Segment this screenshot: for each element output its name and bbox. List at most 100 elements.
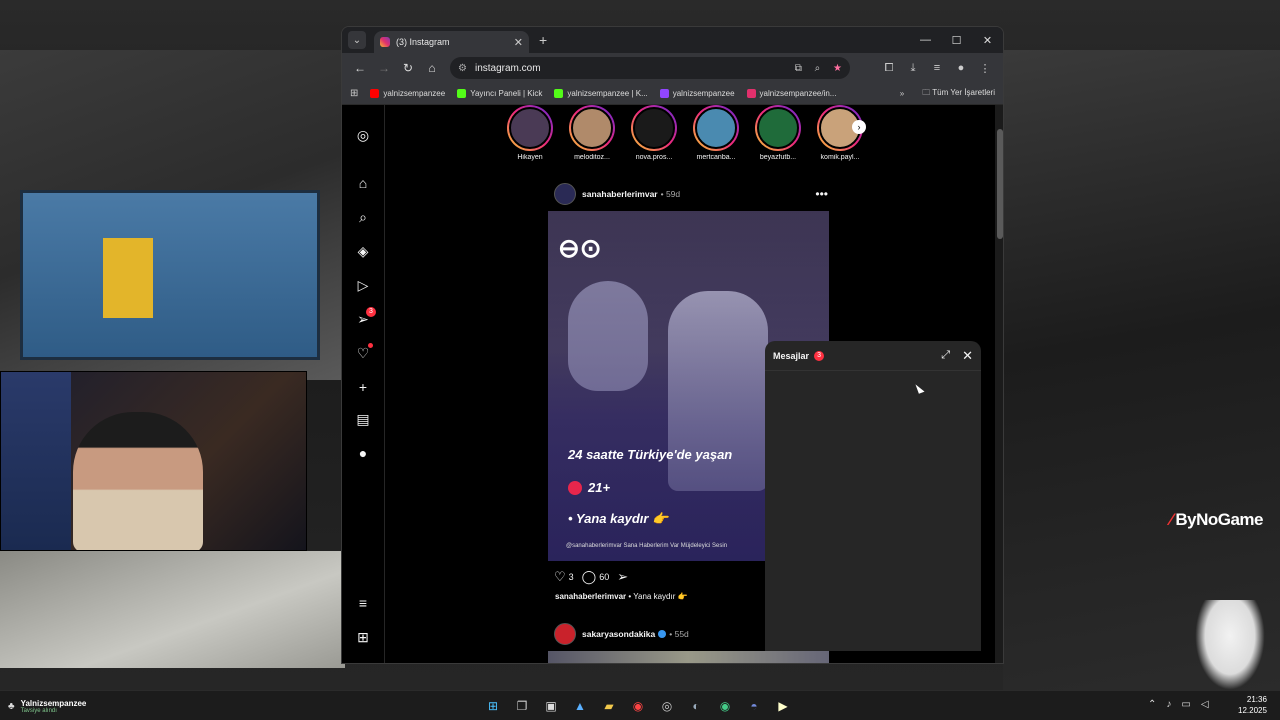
story-item[interactable]: mertcanba... (690, 105, 742, 161)
dashboard-icon[interactable]: ▤ (355, 411, 371, 427)
post-line-21: 21+ (568, 480, 610, 495)
story-item[interactable]: Hikayen (504, 105, 556, 161)
toolbar-icons: ⧠ ⤓ ≡ ● ⋮ (877, 62, 997, 75)
threads-icon[interactable]: ⊞ (355, 629, 371, 645)
more-bookmarks-icon[interactable]: » (900, 89, 904, 98)
scrollbar-thumb[interactable] (997, 129, 1003, 239)
notifications-dot (368, 343, 373, 348)
browser-window: ⌄ (3) Instagram ✕ + — ☐ ✕ ← → ↻ ⌂ ⚙ inst… (341, 26, 1004, 664)
chrome-active-icon[interactable]: ◉ (714, 695, 736, 717)
microphone-icon[interactable]: ♪ (1166, 699, 1171, 710)
reload-button[interactable]: ↻ (396, 61, 420, 75)
tab-close-icon[interactable]: ✕ (514, 36, 523, 49)
story-name: beyazfutb... (759, 154, 797, 161)
page-scrollbar[interactable] (995, 105, 1003, 663)
start-icon[interactable]: ⊞ (482, 695, 504, 717)
like-count: 3 (568, 572, 574, 582)
bookmark-star-icon[interactable]: ★ (833, 63, 842, 74)
site-info-icon[interactable]: ⚙ (458, 63, 467, 74)
zoom-icon[interactable]: ⌕ (815, 63, 821, 74)
post-username[interactable]: sanahaberlerimvar (582, 189, 658, 199)
comment-count: 60 (599, 572, 610, 582)
bookmark-item[interactable]: yalnizsempanzee (659, 89, 735, 98)
downloads-icon[interactable]: ⤓ (901, 62, 925, 75)
verified-badge-icon (658, 630, 667, 638)
expand-icon[interactable]: ⤢ (941, 349, 950, 362)
app-icon-2[interactable]: ▶ (772, 695, 794, 717)
display-icon[interactable]: ▭ (1181, 699, 1190, 710)
story-item[interactable]: nova.pros... (628, 105, 680, 161)
menu-icon[interactable]: ⋮ (973, 62, 997, 75)
tab-strip: ⌄ (3) Instagram ✕ + — ☐ ✕ (342, 27, 1003, 53)
more-menu-icon[interactable]: ≡ (355, 595, 371, 611)
caption-text: • Yana kaydır 👉 (628, 592, 688, 601)
all-bookmarks-folder[interactable]: 🗀 Tüm Yer İşaretleri (922, 87, 995, 101)
volume-icon[interactable]: ◁ (1201, 699, 1209, 710)
youtube-icon (370, 89, 380, 98)
post2-image[interactable] (548, 651, 829, 663)
steam-icon[interactable]: ◐ (685, 695, 707, 717)
tray-chevron-icon[interactable]: ⌃ (1148, 699, 1156, 710)
story-item[interactable]: beyazfutb... (752, 105, 804, 161)
messages-badge: 3 (366, 307, 376, 317)
bookmarks-bar: ⊞ yalnizsempanzee Yayıncı Paneli | Kick … (342, 83, 1003, 105)
bookmark-item[interactable]: yalnizsempanzee (370, 89, 445, 98)
close-icon[interactable]: ✕ (962, 348, 973, 364)
extensions-icon[interactable]: ⧠ (877, 62, 901, 75)
profile-icon[interactable]: ● (949, 62, 973, 75)
task-view-icon[interactable]: ❐ (511, 695, 533, 717)
reels-icon[interactable]: ▷ (355, 277, 371, 293)
post2-time: • 55d (669, 629, 689, 639)
tab-title: (3) Instagram (396, 37, 450, 47)
home-button[interactable]: ⌂ (420, 61, 444, 75)
close-window-button[interactable]: ✕ (972, 34, 1003, 47)
twitch-icon (659, 89, 669, 98)
post-avatar[interactable] (554, 183, 576, 205)
taskbar: ♣ Yalnizsempanzee Tavsiye alındı ⊞ ❐ ▣ ▲… (0, 690, 1280, 720)
bookmark-item[interactable]: yalnizsempanzee/in... (746, 89, 836, 98)
back-button[interactable]: ← (348, 61, 372, 75)
file-explorer-icon[interactable]: ▰ (598, 695, 620, 717)
messages-count-badge: 3 (814, 350, 825, 361)
post-more-icon[interactable]: ••• (815, 187, 828, 201)
app-icon[interactable]: ▣ (540, 695, 562, 717)
create-icon[interactable]: + (355, 379, 371, 395)
bookmark-item[interactable]: Yayıncı Paneli | Kick (457, 89, 542, 98)
stories-next-button[interactable]: › (852, 120, 866, 134)
post2-avatar[interactable] (554, 623, 576, 645)
bookmark-item[interactable]: yalnizsempanzee | K... (554, 89, 648, 98)
forward-button[interactable]: → (372, 61, 396, 75)
story-avatar (571, 107, 613, 149)
background-machine (20, 190, 320, 360)
instagram-logo-icon[interactable]: ◎ (355, 127, 371, 143)
minimize-button[interactable]: — (910, 34, 941, 47)
tab-instagram[interactable]: (3) Instagram ✕ (374, 31, 529, 53)
caption-username[interactable]: sanahaberlerimvar (555, 592, 626, 601)
stories-tray: Hikayen melodi̇toz... nova.pros... mertc… (504, 105, 884, 165)
discord-icon[interactable]: ◓ (743, 695, 765, 717)
browser-toolbar: ← → ↻ ⌂ ⚙ instagram.com ⧉ ⌕ ★ ⧠ ⤓ ≡ ● ⋮ (342, 53, 1003, 83)
chrome-icon[interactable]: ◉ (627, 695, 649, 717)
new-tab-button[interactable]: + (539, 32, 547, 48)
comment-icon[interactable]: ◯ (582, 569, 597, 585)
user-name: Yalnizsempanzee (20, 699, 87, 708)
reading-list-icon[interactable]: ≡ (925, 62, 949, 75)
explore-icon[interactable]: ◈ (355, 243, 371, 259)
post2-username[interactable]: sakaryasondakika (582, 629, 655, 639)
profile-avatar[interactable]: ● (355, 445, 371, 461)
clock[interactable]: 21:36 12.2025 (1238, 694, 1267, 716)
photos-icon[interactable]: ▲ (569, 695, 591, 717)
home-icon[interactable]: ⌂ (355, 175, 371, 191)
share-icon[interactable]: ➢ (617, 569, 628, 585)
tab-search-button[interactable]: ⌄ (348, 31, 366, 49)
like-icon[interactable]: ♡ (554, 569, 566, 585)
desktop-background: ⁄ ByNoGame ⌄ (3) Instagram ✕ + — ☐ ✕ ← → … (0, 0, 1280, 690)
apps-grid-icon[interactable]: ⊞ (350, 88, 358, 99)
address-bar[interactable]: ⚙ instagram.com ⧉ ⌕ ★ (450, 57, 850, 79)
maximize-button[interactable]: ☐ (941, 34, 972, 47)
stream-background-left (0, 50, 345, 380)
search-icon[interactable]: ⌕ (355, 209, 371, 225)
story-item[interactable]: melodi̇toz... (566, 105, 618, 161)
obs-icon[interactable]: ◎ (656, 695, 678, 717)
install-app-icon[interactable]: ⧉ (795, 63, 802, 74)
